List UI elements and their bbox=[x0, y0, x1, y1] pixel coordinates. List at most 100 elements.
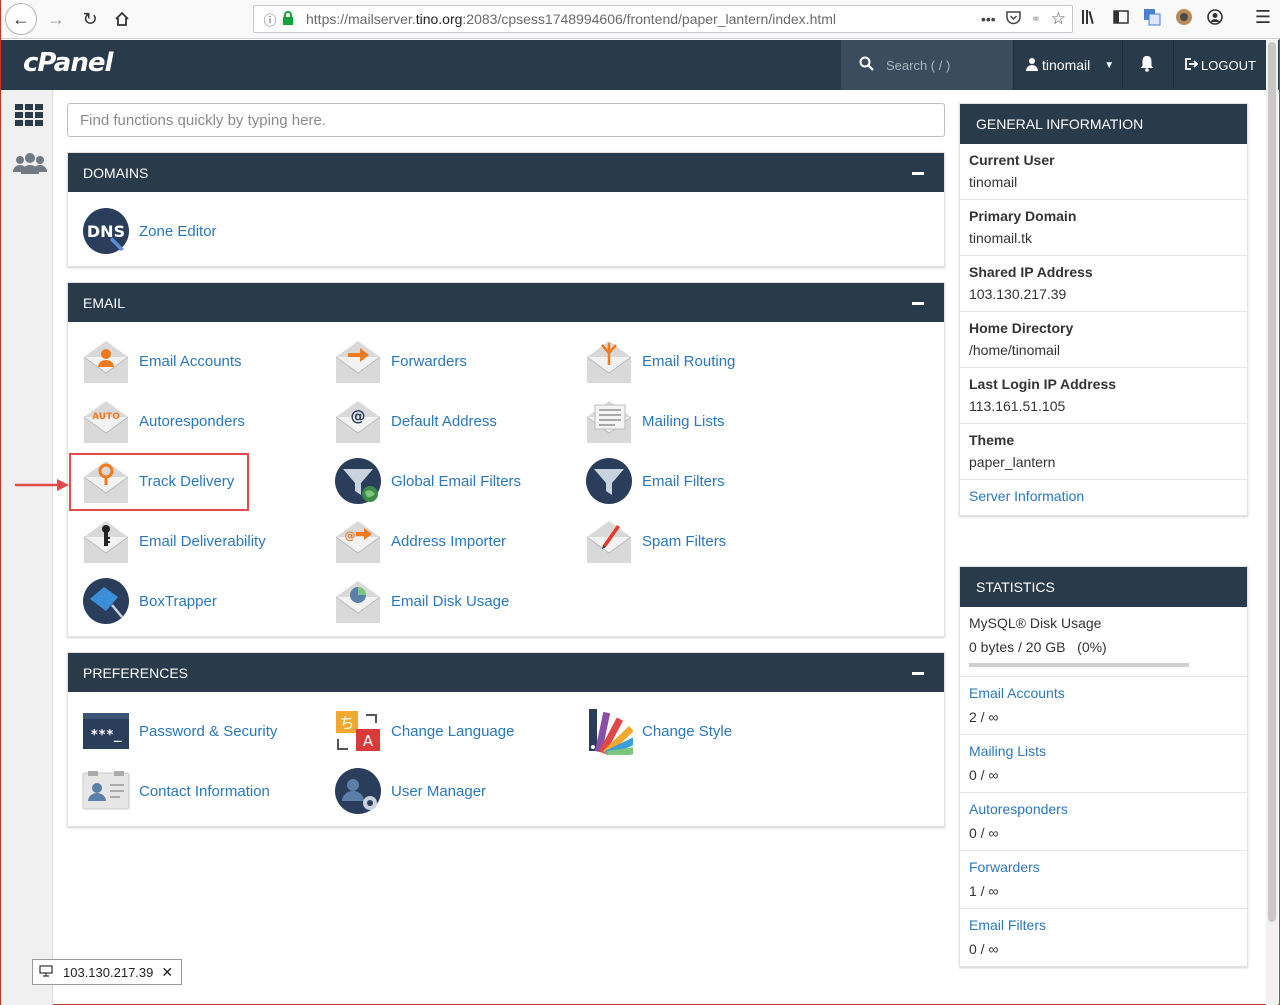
stat-link[interactable]: Email Accounts bbox=[969, 685, 1238, 701]
email-deliverability-link[interactable]: Email Deliverability bbox=[82, 516, 266, 566]
preferences-panel: PREFERENCES ***_ Password & Security ち A… bbox=[67, 652, 945, 827]
pocket-icon[interactable] bbox=[1005, 10, 1021, 28]
email-panel-header[interactable]: EMAIL bbox=[68, 283, 944, 322]
stat-value: 0 bytes / 20 GB (0%) bbox=[969, 639, 1107, 655]
stat-label: MySQL® Disk Usage bbox=[969, 615, 1102, 631]
server-information-link[interactable]: Server Information bbox=[969, 488, 1084, 504]
svg-text:ち: ち bbox=[339, 714, 354, 732]
notifications-bell-icon[interactable] bbox=[1139, 55, 1155, 77]
translate-icon[interactable] bbox=[1143, 8, 1161, 30]
lock-icon bbox=[282, 10, 300, 28]
change-language-link[interactable]: ち A Change Language bbox=[334, 706, 514, 756]
spam-filters-link[interactable]: Spam Filters bbox=[585, 516, 726, 566]
address-importer-link[interactable]: @ Address Importer bbox=[334, 516, 506, 566]
collapse-icon[interactable] bbox=[912, 172, 924, 175]
header-search[interactable]: Search ( / ) bbox=[841, 40, 1013, 90]
track-delivery-highlight-box bbox=[69, 453, 249, 511]
change-style-link[interactable]: Change Style bbox=[585, 706, 732, 756]
computer-icon bbox=[39, 964, 53, 980]
header-divider bbox=[1122, 40, 1123, 90]
password-icon: ***_ bbox=[83, 713, 129, 749]
domains-panel-header[interactable]: DOMAINS bbox=[68, 153, 944, 192]
account-icon[interactable] bbox=[1207, 9, 1223, 29]
email-routing-link[interactable]: Email Routing bbox=[585, 336, 735, 386]
cpanel-logo[interactable]: cPanel bbox=[23, 48, 113, 78]
user-menu[interactable]: tinomail ▼ bbox=[1026, 40, 1114, 90]
header-divider bbox=[1173, 40, 1174, 90]
contact-information-link[interactable]: Contact Information bbox=[82, 766, 270, 816]
user-manager-link[interactable]: User Manager bbox=[334, 766, 486, 816]
forwarders-link[interactable]: Forwarders bbox=[334, 336, 467, 386]
default-address-label: Default Address bbox=[391, 412, 497, 430]
zone-editor-label: Zone Editor bbox=[139, 222, 217, 240]
contact-information-label: Contact Information bbox=[139, 782, 270, 800]
collapse-icon[interactable] bbox=[912, 302, 924, 305]
home-icon[interactable] bbox=[107, 4, 137, 34]
user-group-icon[interactable] bbox=[12, 152, 48, 174]
stat-value: 0 / ∞ bbox=[969, 941, 999, 957]
svg-text:A: A bbox=[363, 732, 374, 750]
global-email-filters-link[interactable]: Global Email Filters bbox=[334, 456, 521, 506]
boxtrapper-link[interactable]: BoxTrapper bbox=[82, 576, 217, 626]
email-filters-link[interactable]: Email Filters bbox=[585, 456, 725, 506]
info-key: Shared IP Address bbox=[969, 264, 1093, 280]
password-security-link[interactable]: ***_ Password & Security bbox=[82, 706, 277, 756]
reload-icon[interactable]: ↻ bbox=[75, 4, 105, 34]
url-bar[interactable]: ⓘ https://mailserver.tino.org:2083/cpses… bbox=[253, 5, 1073, 33]
close-icon[interactable]: ✕ bbox=[161, 964, 173, 981]
logout-button[interactable]: LOGOUT bbox=[1185, 40, 1256, 90]
boxtrapper-icon bbox=[83, 578, 129, 624]
stat-link[interactable]: Autoresponders bbox=[969, 801, 1238, 817]
stat-mailing-lists: Mailing Lists 0 / ∞ bbox=[960, 735, 1247, 793]
stat-mysql-disk-usage: MySQL® Disk Usage 0 bytes / 20 GB (0%) bbox=[960, 607, 1247, 677]
sidebar-icon[interactable] bbox=[1113, 10, 1129, 28]
address-importer-icon: @ bbox=[335, 521, 381, 563]
reader-icon[interactable]: ⚭ bbox=[1031, 12, 1041, 26]
email-accounts-link[interactable]: Email Accounts bbox=[82, 336, 242, 386]
forwarders-icon bbox=[335, 341, 381, 383]
info-icon[interactable]: ⓘ bbox=[258, 10, 282, 29]
default-address-link[interactable]: @ Default Address bbox=[334, 396, 497, 446]
mailing-lists-link[interactable]: Mailing Lists bbox=[585, 396, 725, 446]
url-prefix: https://mailserver. bbox=[306, 11, 416, 27]
spam-filters-label: Spam Filters bbox=[642, 532, 727, 550]
general-information-title: GENERAL INFORMATION bbox=[960, 104, 1247, 144]
stat-link[interactable]: Email Filters bbox=[969, 917, 1238, 933]
collapse-icon[interactable] bbox=[912, 672, 924, 675]
page-scrollbar[interactable] bbox=[1266, 40, 1278, 1005]
extension-icon[interactable] bbox=[1175, 8, 1193, 30]
logout-label: LOGOUT bbox=[1201, 57, 1256, 73]
stat-link[interactable]: Mailing Lists bbox=[969, 743, 1238, 759]
autoresponders-label: Autoresponders bbox=[139, 412, 245, 430]
page-actions-icon[interactable]: ••• bbox=[981, 11, 996, 27]
stat-email-filters: Email Filters 0 / ∞ bbox=[960, 909, 1247, 966]
info-value: tinomail bbox=[969, 174, 1018, 190]
preferences-panel-header[interactable]: PREFERENCES bbox=[68, 653, 944, 692]
url-text: https://mailserver.tino.org:2083/cpsess1… bbox=[306, 11, 836, 27]
function-search-input[interactable] bbox=[67, 103, 945, 137]
home-grid-icon[interactable] bbox=[15, 104, 43, 128]
forward-icon[interactable]: → bbox=[41, 4, 71, 34]
mailing-lists-icon bbox=[586, 401, 632, 443]
scrollbar-thumb[interactable] bbox=[1268, 42, 1276, 922]
zone-editor-link[interactable]: DNS Zone Editor bbox=[82, 206, 217, 256]
password-glyph: ***_ bbox=[90, 728, 121, 743]
stat-link[interactable]: Forwarders bbox=[969, 859, 1238, 875]
email-deliverability-label: Email Deliverability bbox=[139, 532, 266, 550]
left-sidebar bbox=[1, 90, 53, 1005]
logout-icon bbox=[1185, 57, 1199, 73]
hamburger-menu-icon[interactable]: ☰ bbox=[1255, 7, 1271, 28]
email-title: EMAIL bbox=[83, 294, 126, 311]
autoresponders-link[interactable]: AUTO Autoresponders bbox=[82, 396, 245, 446]
email-disk-usage-link[interactable]: Email Disk Usage bbox=[334, 576, 509, 626]
stat-value: 0 / ∞ bbox=[969, 767, 999, 783]
library-icon[interactable] bbox=[1081, 9, 1099, 29]
dns-icon: DNS bbox=[83, 208, 129, 254]
change-style-label: Change Style bbox=[642, 722, 733, 740]
back-icon[interactable]: ← bbox=[5, 3, 37, 35]
header-search-placeholder: Search ( / ) bbox=[886, 57, 951, 73]
bookmark-star-icon[interactable]: ☆ bbox=[1051, 9, 1066, 29]
svg-text:@: @ bbox=[351, 407, 366, 425]
ip-status-pill: 103.130.217.39 ✕ bbox=[32, 959, 182, 985]
info-value: 113.161.51.105 bbox=[969, 398, 1066, 414]
